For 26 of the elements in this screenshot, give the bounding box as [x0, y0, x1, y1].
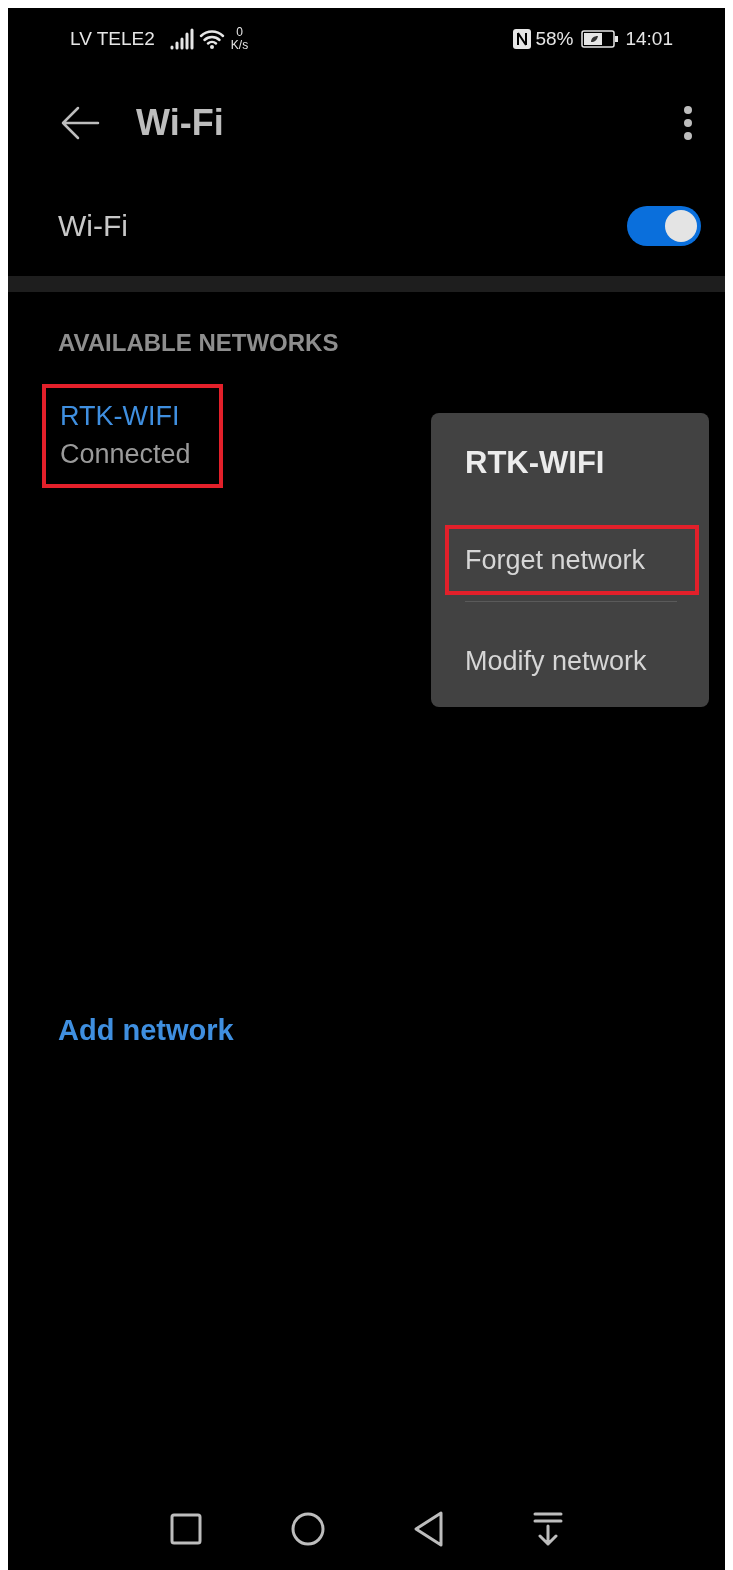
back-arrow-icon[interactable] [60, 106, 100, 140]
back-icon[interactable] [413, 1511, 444, 1547]
wifi-label: Wi-Fi [58, 209, 128, 243]
battery-percent: 58% [535, 28, 574, 50]
network-item[interactable]: RTK-WIFI Connected [42, 384, 223, 488]
speed-unit: K/s [230, 39, 249, 52]
more-options-icon[interactable] [683, 105, 693, 141]
home-icon[interactable] [289, 1511, 326, 1547]
battery-icon [581, 30, 620, 48]
wifi-icon [198, 28, 225, 50]
menu-item[interactable]: Modify network [445, 626, 699, 696]
page-title: Wi-Fi [136, 102, 224, 144]
signal-icon [168, 28, 195, 50]
notification-drawer-icon[interactable] [531, 1511, 564, 1547]
recent-apps-icon[interactable] [169, 1513, 202, 1545]
network-name: RTK-WIFI [60, 400, 181, 433]
add-network-link[interactable]: Add network [58, 1014, 234, 1047]
nfc-icon [512, 28, 533, 50]
carrier-name: LV TELE2 [70, 28, 155, 50]
network-status: Connected [60, 438, 191, 471]
wifi-switch[interactable] [627, 206, 701, 246]
clock-time: 14:01 [625, 28, 673, 50]
section-header: AVAILABLE NETWORKS [57, 328, 340, 358]
menu-item[interactable]: Forget network [445, 525, 699, 595]
speed-value: 0 [236, 26, 243, 39]
menu-title: RTK-WIFI [464, 444, 606, 482]
